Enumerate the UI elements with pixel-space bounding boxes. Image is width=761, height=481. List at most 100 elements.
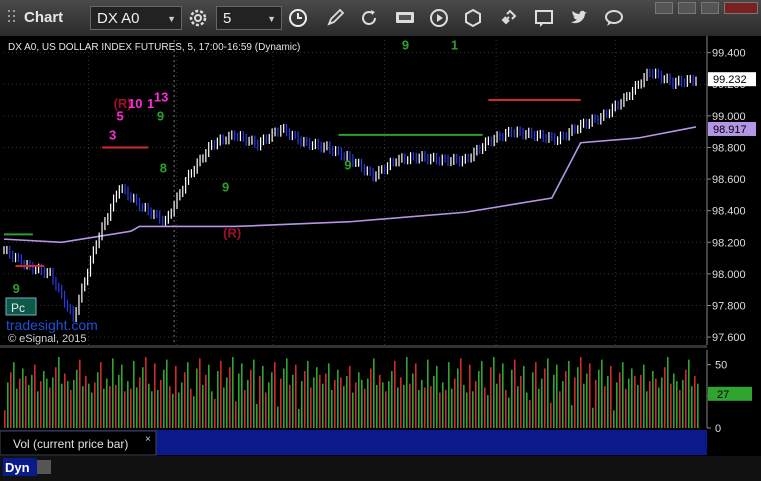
volume-bar (376, 384, 378, 428)
time-template-button[interactable] (285, 6, 311, 30)
volume-bar (253, 359, 255, 428)
volume-bar (4, 410, 6, 428)
window-minimize-button[interactable] (655, 2, 673, 14)
window-close-button[interactable] (724, 2, 758, 14)
lock-icon[interactable] (37, 460, 51, 474)
volume-bar (361, 379, 363, 428)
volume-bar (547, 358, 549, 428)
play-button[interactable] (426, 6, 452, 30)
interval-settings-button[interactable] (185, 6, 211, 30)
get-button[interactable] (392, 6, 418, 30)
symbol-field[interactable]: DX A0 ▼ (90, 6, 182, 30)
volume-bar (340, 377, 342, 428)
volume-bar (409, 383, 411, 428)
close-icon[interactable]: × (145, 434, 151, 445)
volume-bar (583, 383, 585, 428)
volume-bar (319, 374, 321, 428)
volume-bar (466, 392, 468, 428)
volume-bar (562, 381, 564, 428)
volume-bar (667, 357, 669, 428)
volume-bar (631, 368, 633, 428)
volume-bar (91, 392, 93, 428)
interval-field[interactable]: 5 ▼ (216, 6, 282, 30)
signal-label: 8 (160, 161, 167, 176)
volume-bar (472, 391, 474, 428)
twitter-button[interactable] (566, 6, 592, 30)
volume-bar (358, 372, 360, 428)
window-restore-button[interactable] (678, 2, 696, 14)
signal-label: 9 (344, 158, 351, 173)
volume-bar (625, 388, 627, 428)
volume-bar (247, 379, 249, 428)
y-tick-label: 97.600 (712, 332, 746, 344)
volume-bar (382, 382, 384, 428)
volume-bar (517, 386, 519, 428)
volume-bar (64, 373, 66, 428)
volume-bar (181, 382, 183, 428)
svg-text:Pc: Pc (11, 301, 25, 315)
volume-bar (514, 359, 516, 428)
indicators-button[interactable] (460, 6, 486, 30)
volume-bar (445, 390, 447, 428)
volume-bar (403, 384, 405, 428)
volume-bar (427, 359, 429, 428)
chevron-down-icon[interactable]: ▼ (167, 7, 176, 31)
link-button[interactable] (496, 6, 522, 30)
volume-bar (439, 392, 441, 428)
pc-badge[interactable]: Pc (5, 297, 37, 316)
comment-icon (535, 10, 553, 27)
volume-bar (235, 401, 237, 428)
volume-bar (145, 357, 147, 428)
volume-bar (559, 391, 561, 428)
signal-label: 3 (109, 128, 116, 143)
play-icon (430, 9, 448, 27)
chevron-down-icon[interactable]: ▼ (267, 7, 276, 31)
pane-divider[interactable] (0, 345, 707, 348)
volume-bar (121, 364, 123, 428)
volume-bar (688, 359, 690, 428)
gear-icon (189, 9, 207, 27)
volume-bar (184, 372, 186, 428)
volume-bar (118, 374, 120, 428)
volume-bar (322, 383, 324, 428)
volume-bar (538, 388, 540, 428)
signal-label: 1 (451, 37, 458, 52)
volume-bar (694, 376, 696, 428)
volume-bar (202, 384, 204, 428)
volume-bar (43, 371, 45, 428)
draw-tool-button[interactable] (322, 6, 348, 30)
volume-bar (94, 382, 96, 428)
volume-bar (298, 409, 300, 428)
window-maximize-button[interactable] (701, 2, 719, 14)
volume-bar (148, 383, 150, 428)
twitter-icon (571, 10, 587, 24)
grip-icon[interactable] (6, 8, 18, 28)
volume-bar (106, 378, 108, 428)
volume-bar (268, 382, 270, 428)
volume-bar (250, 369, 252, 428)
volume-bar (568, 360, 570, 428)
refresh-button[interactable] (356, 6, 382, 30)
volume-bar (496, 383, 498, 428)
volume-bar (34, 364, 36, 428)
volume-bar (457, 368, 459, 428)
volume-bar (370, 368, 372, 428)
signal-label: 9 (13, 281, 20, 296)
volume-bar (157, 390, 159, 428)
volume-bar (388, 381, 390, 428)
volume-bar (238, 373, 240, 428)
get-icon (396, 12, 414, 23)
volume-bar (610, 365, 612, 428)
chat-button[interactable] (601, 6, 627, 30)
notes-button[interactable] (531, 6, 557, 30)
volume-bar (532, 372, 534, 428)
volume-bar (655, 378, 657, 428)
volume-bar (451, 388, 453, 428)
chart[interactable]: (R)10531 13(R)98999 19 DX A0, US DOLLAR IN… (0, 36, 761, 481)
volume-bar (673, 373, 675, 428)
volume-bar (391, 371, 393, 428)
volume-bar (502, 363, 504, 428)
volume-bar (523, 365, 525, 428)
volume-tick-label: 50 (715, 360, 727, 372)
y-tick-label: 98.800 (712, 142, 746, 154)
